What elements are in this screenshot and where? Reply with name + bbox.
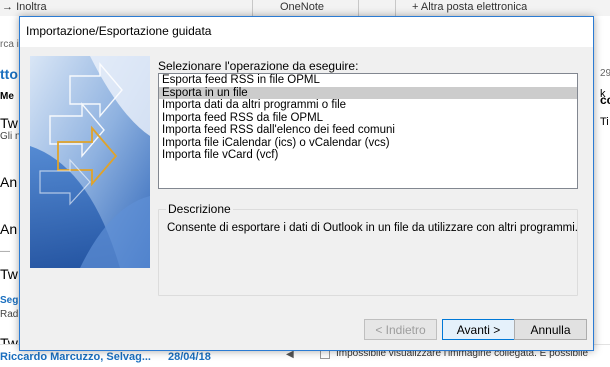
list-divider: — [0, 246, 10, 257]
operation-item[interactable]: Esporta feed RSS in file OPML [159, 74, 577, 87]
ribbon-divider [252, 0, 253, 16]
back-button[interactable]: < Indietro [364, 319, 437, 340]
operation-label: Selezionare l'operazione da eseguire: [158, 59, 359, 73]
description-label: Descrizione [166, 202, 233, 216]
other-email-button[interactable]: + Altra posta elettronica [412, 0, 527, 14]
import-export-wizard: Importazione/Esportazione guidata Selezi… [19, 16, 594, 351]
outlook-ribbon: → Inoltra OneNote + Altra posta elettron… [0, 0, 610, 17]
list-item[interactable]: Tw [0, 266, 18, 282]
forward-button[interactable]: → Inoltra [2, 0, 47, 14]
wizard-arrows-graphic [30, 56, 150, 268]
list-item[interactable]: Tw [0, 115, 18, 131]
forward-icon: → [2, 1, 17, 13]
description-groupbox: Descrizione Consente di esportare i dati… [158, 202, 579, 296]
operation-item-selected[interactable]: Esporta in un file [159, 86, 577, 99]
operation-item[interactable]: Importa dati da altri programmi o file [159, 99, 577, 112]
reading-pane-date: 29 [600, 68, 610, 79]
description-text: Consente di esportare i dati di Outlook … [167, 222, 579, 234]
ribbon-divider [395, 0, 396, 16]
operation-listbox[interactable]: Esporta feed RSS in file OPML Esporta in… [158, 73, 578, 189]
list-item-preview: Rad [0, 309, 19, 320]
wizard-illustration [30, 56, 150, 268]
reading-pane-text: Ti [600, 116, 609, 128]
onenote-button[interactable]: OneNote [280, 0, 324, 14]
operation-item[interactable]: Importa file iCalendar (ics) o vCalendar… [159, 137, 577, 150]
list-item[interactable]: Gli n [0, 131, 21, 142]
dialog-title: Importazione/Esportazione guidata [26, 24, 212, 38]
reading-pane-text: cc [600, 93, 610, 107]
list-item[interactable]: An [0, 174, 17, 190]
next-button[interactable]: Avanti > [442, 319, 515, 340]
list-item-sender[interactable]: Riccardo Marcuzzo, Selvag... [0, 351, 151, 363]
folder-title: tto [0, 66, 18, 82]
dialog-titlebar[interactable]: Importazione/Esportazione guidata [20, 17, 593, 47]
cancel-button[interactable]: Annulla [514, 319, 587, 340]
operation-item[interactable]: Importa feed RSS da file OPML [159, 112, 577, 125]
list-item-date: 28/04/18 [168, 351, 211, 363]
plus-icon: + [412, 1, 421, 13]
filter-tab[interactable]: Me [0, 91, 14, 102]
operation-item[interactable]: Importa file vCard (vcf) [159, 149, 577, 162]
ribbon-divider [358, 0, 359, 16]
operation-item[interactable]: Importa feed RSS dall'elenco dei feed co… [159, 124, 577, 137]
dialog-body: Selezionare l'operazione da eseguire: Es… [20, 47, 593, 350]
search-box[interactable]: rca i [0, 39, 19, 50]
list-item[interactable]: An [0, 221, 17, 237]
list-item-sender: Seg [0, 295, 19, 306]
